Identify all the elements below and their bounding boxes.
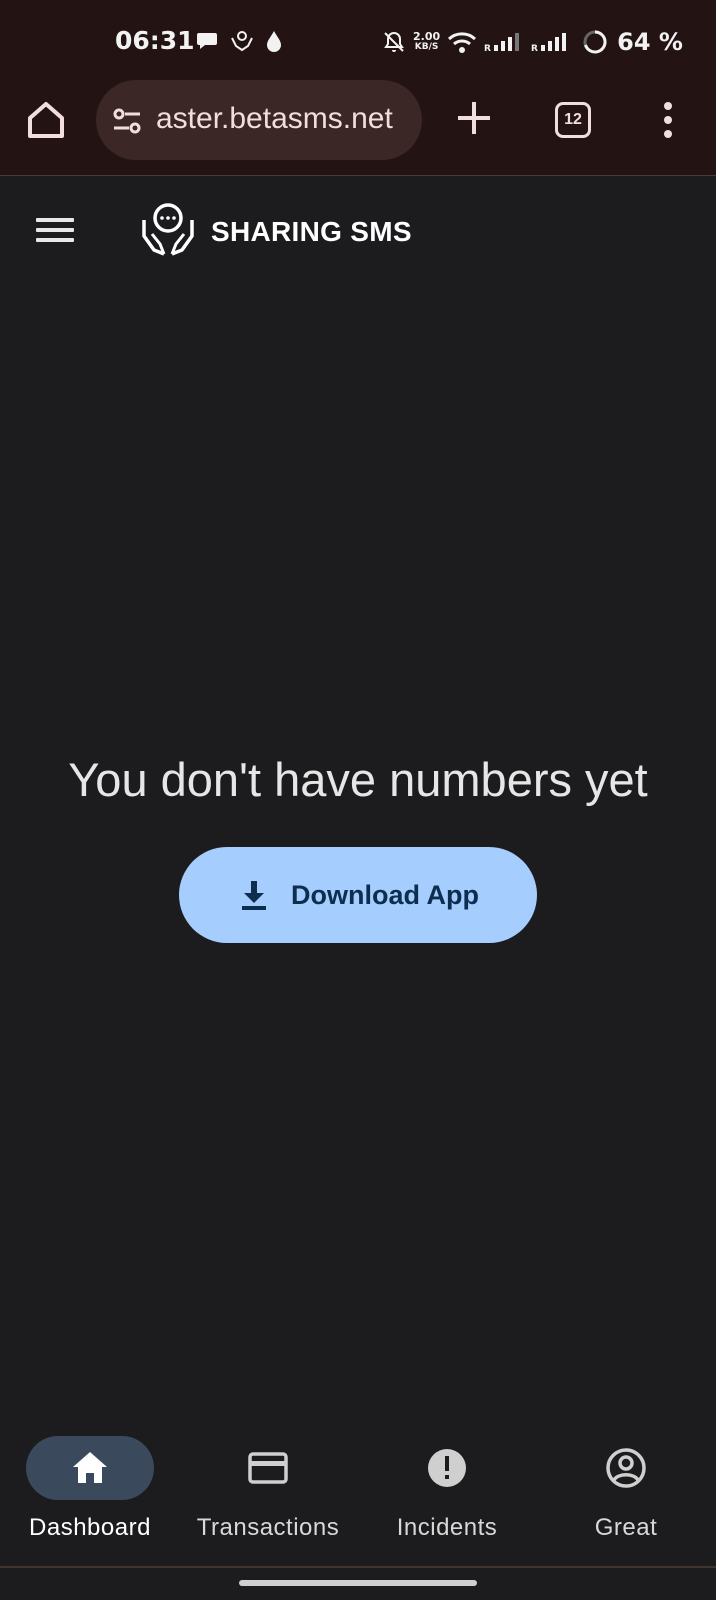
nav-label-dashboard: Dashboard [29,1514,151,1541]
system-icons: 2.00 KB/S R R 64 % [382,28,683,56]
nav-label-transactions: Transactions [196,1514,340,1541]
menu-icon[interactable] [34,212,76,248]
svg-text:R: R [484,44,491,53]
home-icon [73,1452,107,1483]
logo-icon [142,203,194,256]
download-icon [242,881,266,910]
bell-off-icon [384,31,404,52]
alert-icon [428,1449,466,1487]
home-icon[interactable] [22,96,70,144]
nav-item-transactions[interactable]: Transactions [178,1436,358,1556]
card-icon [248,1452,288,1484]
chat-bubble-icon [197,33,217,49]
tab-count: 12 [564,111,582,128]
network-speed-value: 2.00 [413,30,441,43]
notification-icons [196,30,282,52]
network-speed: 2.00 KB/S [413,31,440,53]
nav-label-account: Great [594,1514,658,1541]
battery-level: 64 % [617,28,683,56]
plus-icon[interactable] [452,96,496,140]
address-bar[interactable]: aster.betasms.net [96,80,422,160]
browser-toolbar: aster.betasms.net 12 [0,80,716,160]
wifi-icon [448,32,477,53]
status-bar: 06:31 2.00 KB/S R R 64 % [0,22,716,62]
status-time: 06:31 [115,26,195,55]
nav-item-dashboard[interactable]: Dashboard [0,1436,180,1556]
download-app-label: Download App [291,879,479,910]
account-icon [606,1448,646,1488]
app-header: SHARING SMS [0,176,716,286]
gesture-handle[interactable] [239,1580,477,1586]
site-settings-icon[interactable] [110,104,144,138]
download-app-button[interactable]: Download App [179,847,537,943]
nav-label-incidents: Incidents [396,1514,498,1541]
network-speed-unit: KB/S [414,42,439,52]
nav-item-incidents[interactable]: Incidents [357,1436,537,1556]
battery-ring-icon [583,30,607,54]
hands-icon [231,31,253,52]
nav-item-account[interactable]: Great [536,1436,716,1556]
divider [0,1566,716,1568]
signal-2-icon: R [531,33,567,53]
brand-name: SHARING SMS [211,216,412,247]
tab-switcher-button[interactable]: 12 [555,102,591,138]
drop-icon [267,31,281,52]
bottom-navigation: Dashboard Transactions Incidents Great [0,1420,716,1570]
svg-text:R: R [531,44,538,53]
empty-state-message: You don't have numbers yet [68,753,648,806]
more-vert-icon[interactable] [650,98,686,142]
url-text[interactable]: aster.betasms.net [156,102,416,136]
signal-1-icon: R [484,33,520,53]
browser-chrome: 06:31 2.00 KB/S R R 64 % aster.betasms.n… [0,0,716,176]
